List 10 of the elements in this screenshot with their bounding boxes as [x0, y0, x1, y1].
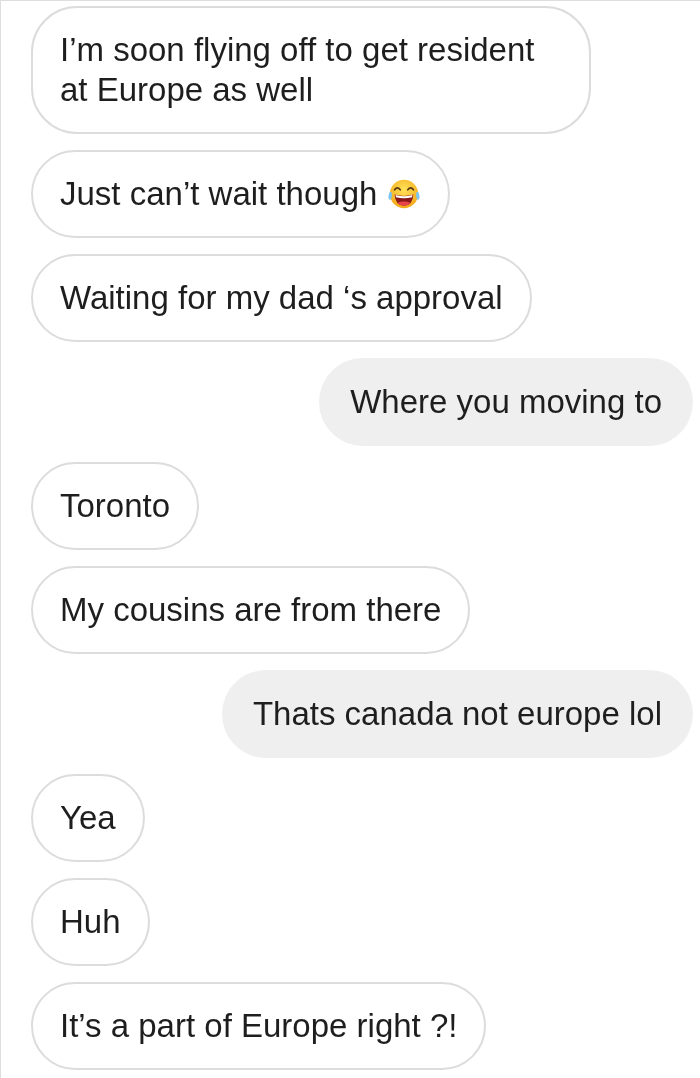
message-text: My cousins are from there	[60, 590, 442, 630]
message-text: Where you moving to	[350, 382, 662, 422]
message-text: Huh	[60, 902, 121, 942]
message-text: Waiting for my dad ‘s approval	[60, 278, 503, 318]
message-text: Thats canada not europe lol	[252, 694, 662, 734]
message-text: Toronto	[60, 486, 171, 526]
message-text: I’m soon flying off to get resident at Europe as well	[60, 30, 536, 110]
message-text: Just can’t wait though	[60, 174, 378, 214]
message-text: Yea	[60, 798, 116, 838]
message-text: It’s a part of Europe right ?!	[60, 1006, 458, 1046]
